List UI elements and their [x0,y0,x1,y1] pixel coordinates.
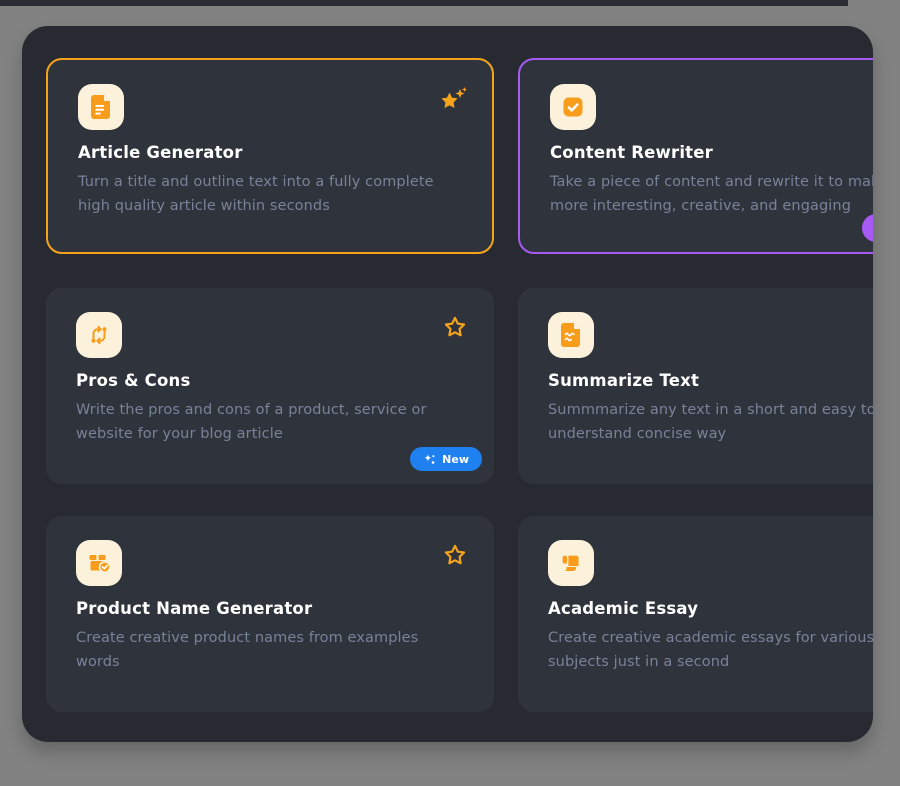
card-pros-and-cons[interactable]: Pros & Cons Write the pros and cons of a… [46,288,494,484]
sparkle-icon [423,453,436,466]
card-description: Create creative product names from examp… [76,626,466,674]
description-line: Create creative product names from examp… [76,626,466,650]
icon-tile [78,84,124,130]
badge-label: New [442,453,469,466]
description-line: words [76,650,466,674]
card-title: Article Generator [78,143,464,162]
card-summarize-text[interactable]: Summarize Text Summmarize any text in a … [518,288,873,484]
icon-tile [548,540,594,586]
favorite-filled-star-icon[interactable] [438,86,468,114]
card-title: Content Rewriter [550,143,873,162]
card-article-generator[interactable]: Article Generator Turn a title and outli… [46,58,494,254]
icon-tile [76,312,122,358]
description-line: subjects just in a second [548,650,873,674]
card-title: Pros & Cons [76,371,466,390]
card-product-name-generator[interactable]: Product Name Generator Create creative p… [46,516,494,712]
description-line: Summmarize any text in a short and easy … [548,398,873,422]
summary-document-icon [559,322,583,348]
description-line: website for your blog article [76,422,466,446]
description-line: Turn a title and outline text into a ful… [78,170,464,194]
card-description: Turn a title and outline text into a ful… [78,170,464,218]
description-line: understand concise way [548,422,873,446]
document-icon [89,94,113,120]
top-edge-strip [0,0,848,6]
description-line: more interesting, creative, and engaging [550,194,873,218]
screen: Article Generator Turn a title and outli… [0,0,900,786]
description-line: high quality article within seconds [78,194,464,218]
card-title: Summarize Text [548,371,873,390]
new-badge: New [410,447,482,471]
card-description: Take a piece of content and rewrite it t… [550,170,873,218]
checkbox-icon [561,95,585,119]
favorite-outline-star-icon[interactable] [440,542,470,570]
tools-panel: Article Generator Turn a title and outli… [22,26,873,742]
card-description: Create creative academic essays for vari… [548,626,873,674]
favorite-outline-star-icon[interactable] [440,314,470,342]
package-check-icon [87,551,112,575]
clipped-action-button[interactable] [862,214,873,242]
scroll-icon [559,551,583,575]
card-title: Product Name Generator [76,599,466,618]
description-line: Create creative academic essays for vari… [548,626,873,650]
card-academic-essay[interactable]: Academic Essay Create creative academic … [518,516,873,712]
description-line: Take a piece of content and rewrite it t… [550,170,873,194]
icon-tile [550,84,596,130]
icon-tile [548,312,594,358]
card-content-rewriter[interactable]: Content Rewriter Take a piece of content… [518,58,873,254]
card-title: Academic Essay [548,599,873,618]
card-description: Write the pros and cons of a product, se… [76,398,466,446]
description-line: Write the pros and cons of a product, se… [76,398,466,422]
swap-arrows-icon [87,323,111,347]
card-description: Summmarize any text in a short and easy … [548,398,873,446]
icon-tile [76,540,122,586]
